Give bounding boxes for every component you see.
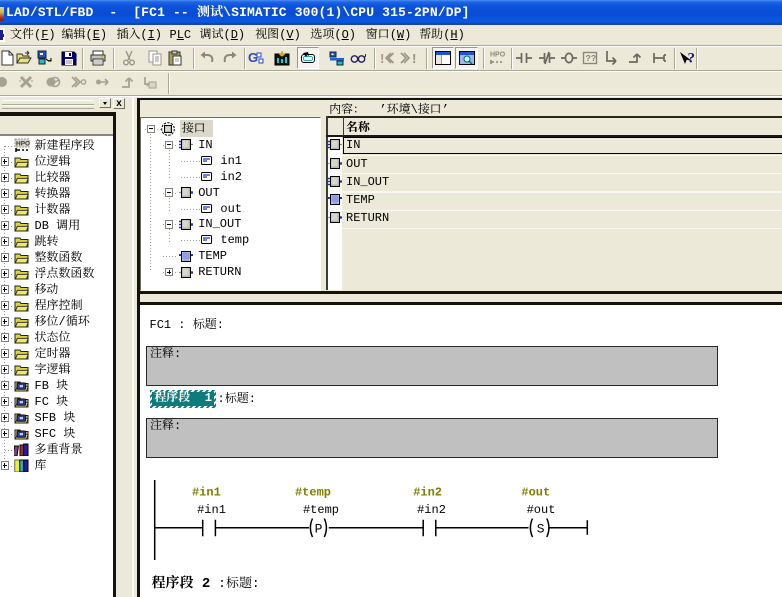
svg-text:S: S (537, 522, 545, 537)
svg-text:?: ? (687, 51, 695, 67)
svg-text:HPO: HPO (16, 141, 30, 148)
svg-text:#in2: #in2 (417, 503, 446, 517)
svg-text:HPO: HPO (490, 52, 505, 59)
svg-text:#in1: #in1 (192, 486, 221, 500)
svg-text:#temp: #temp (303, 503, 339, 517)
svg-text:??: ?? (586, 54, 597, 64)
svg-text:#temp: #temp (295, 486, 331, 500)
svg-text:#in2: #in2 (413, 486, 442, 500)
svg-text:#in1: #in1 (197, 503, 226, 517)
svg-text:!: ! (378, 52, 386, 66)
svg-text:#out: #out (521, 486, 550, 500)
svg-text:#out: #out (527, 503, 556, 517)
svg-text:P: P (315, 522, 323, 537)
svg-text:!: ! (410, 52, 418, 66)
